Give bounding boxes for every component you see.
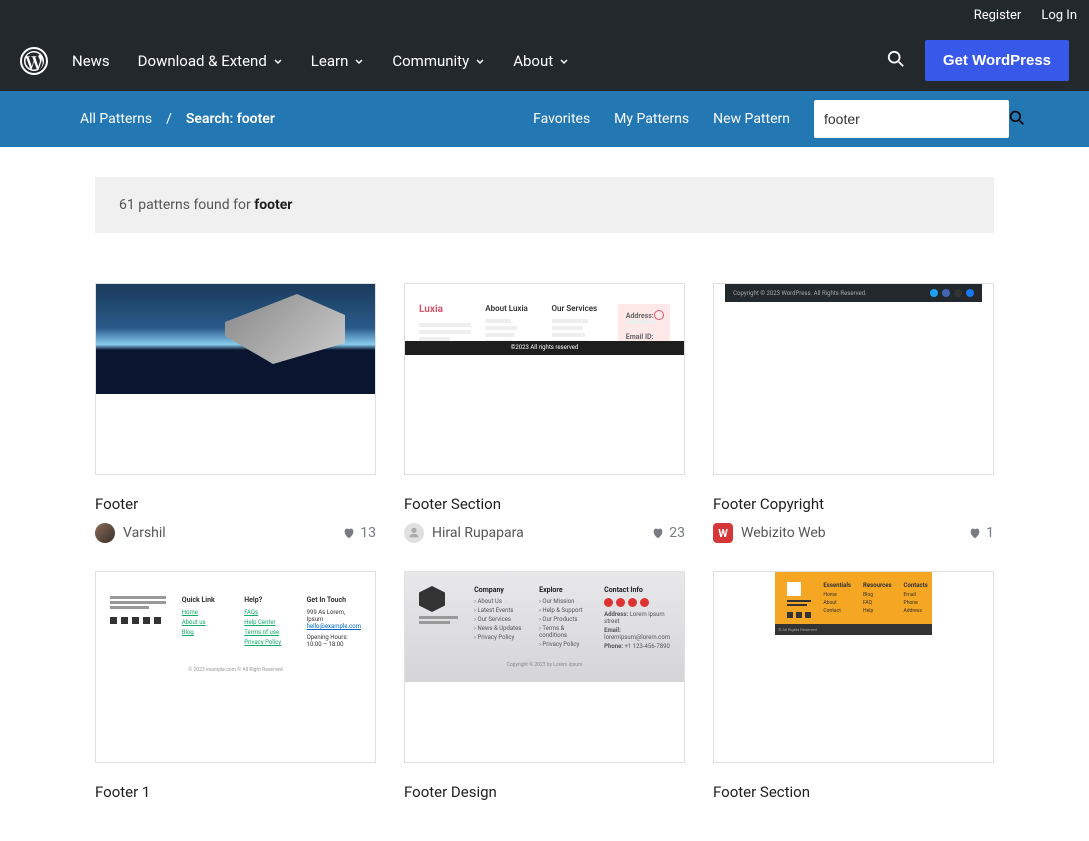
chevron-down-icon: [559, 56, 569, 66]
new-pattern-link[interactable]: New Pattern: [713, 111, 790, 127]
pattern-card: DemoPrivacy PolicyUser AgreementCookies …: [95, 283, 376, 543]
pattern-thumbnail[interactable]: Copyright © 2023 WordPress. All Rights R…: [713, 283, 994, 475]
pattern-title[interactable]: Footer Design: [404, 783, 685, 801]
search-icon: [887, 50, 905, 68]
pattern-card: Copyright © 2023 WordPress. All Rights R…: [713, 283, 994, 543]
sub-header-right: Favorites My Patterns New Pattern: [533, 100, 1009, 138]
pattern-title[interactable]: Footer: [95, 495, 376, 513]
nav-learn[interactable]: Learn: [311, 52, 365, 70]
wordpress-logo[interactable]: [20, 47, 48, 75]
search-input[interactable]: [824, 111, 1005, 127]
likes[interactable]: 23: [651, 525, 685, 541]
patterns-grid: DemoPrivacy PolicyUser AgreementCookies …: [95, 283, 994, 811]
nav-download-extend[interactable]: Download & Extend: [138, 52, 283, 70]
author-name[interactable]: Hiral Rupapara: [432, 525, 524, 541]
favorites-link[interactable]: Favorites: [533, 111, 590, 127]
pattern-card: Company› About Us› Latest Events› Our Se…: [404, 571, 685, 811]
likes[interactable]: 1: [968, 525, 994, 541]
pattern-thumbnail[interactable]: Company› About Us› Latest Events› Our Se…: [404, 571, 685, 763]
nav-community[interactable]: Community: [392, 52, 485, 70]
main-nav: News Download & Extend Learn Community A…: [0, 30, 1089, 91]
breadcrumb-root[interactable]: All Patterns: [80, 111, 152, 127]
pattern-card: Quick LinkHomeAbout usBlog Help?FAQsHelp…: [95, 571, 376, 811]
author-name[interactable]: Varshil: [123, 525, 166, 541]
pattern-meta: Varshil 13: [95, 523, 376, 543]
my-patterns-link[interactable]: My Patterns: [614, 111, 689, 127]
nav-items: News Download & Extend Learn Community A…: [72, 52, 887, 70]
pattern-meta: W Webizito Web 1: [713, 523, 994, 543]
pattern-meta: Hiral Rupapara 23: [404, 523, 685, 543]
pattern-card: EssentialsHomeAboutContact ResourcesBlog…: [713, 571, 994, 811]
pattern-card: Luxia About Luxia Our Services Address:E…: [404, 283, 685, 543]
get-wordpress-button[interactable]: Get WordPress: [925, 40, 1069, 81]
nav-search-button[interactable]: [887, 50, 905, 72]
pattern-title[interactable]: Footer 1: [95, 783, 376, 801]
likes[interactable]: 13: [342, 525, 376, 541]
nav-news[interactable]: News: [72, 52, 110, 70]
results-banner: 61 patterns found for footer: [95, 177, 994, 233]
content: 61 patterns found for footer DemoPrivacy…: [0, 147, 1089, 841]
nav-about[interactable]: About: [513, 52, 569, 70]
author-avatar[interactable]: W: [713, 523, 733, 543]
sub-header: All Patterns / Search: footer Favorites …: [0, 91, 1089, 147]
heart-icon: [342, 526, 356, 540]
breadcrumb: All Patterns / Search: footer: [80, 111, 275, 127]
top-header: Register Log In: [0, 0, 1089, 30]
pattern-title[interactable]: Footer Copyright: [713, 495, 994, 513]
chevron-down-icon: [475, 56, 485, 66]
chevron-down-icon: [354, 56, 364, 66]
register-link[interactable]: Register: [974, 8, 1022, 23]
author-avatar[interactable]: [404, 523, 424, 543]
pattern-thumbnail[interactable]: Quick LinkHomeAbout usBlog Help?FAQsHelp…: [95, 571, 376, 763]
pattern-thumbnail[interactable]: Luxia About Luxia Our Services Address:E…: [404, 283, 685, 475]
pattern-thumbnail[interactable]: EssentialsHomeAboutContact ResourcesBlog…: [713, 571, 994, 763]
search-submit-button[interactable]: [1005, 106, 1029, 133]
breadcrumb-separator: /: [166, 111, 172, 127]
pattern-title[interactable]: Footer Section: [404, 495, 685, 513]
breadcrumb-current: Search: footer: [186, 111, 275, 127]
author-name[interactable]: Webizito Web: [741, 525, 826, 541]
nav-right: Get WordPress: [887, 40, 1069, 81]
pattern-title[interactable]: Footer Section: [713, 783, 994, 801]
search-box: [814, 100, 1009, 138]
heart-icon: [651, 526, 665, 540]
chevron-down-icon: [273, 56, 283, 66]
search-icon: [1009, 110, 1025, 126]
login-link[interactable]: Log In: [1041, 8, 1077, 23]
pattern-thumbnail[interactable]: DemoPrivacy PolicyUser AgreementCookies: [95, 283, 376, 475]
heart-icon: [968, 526, 982, 540]
author-avatar[interactable]: [95, 523, 115, 543]
